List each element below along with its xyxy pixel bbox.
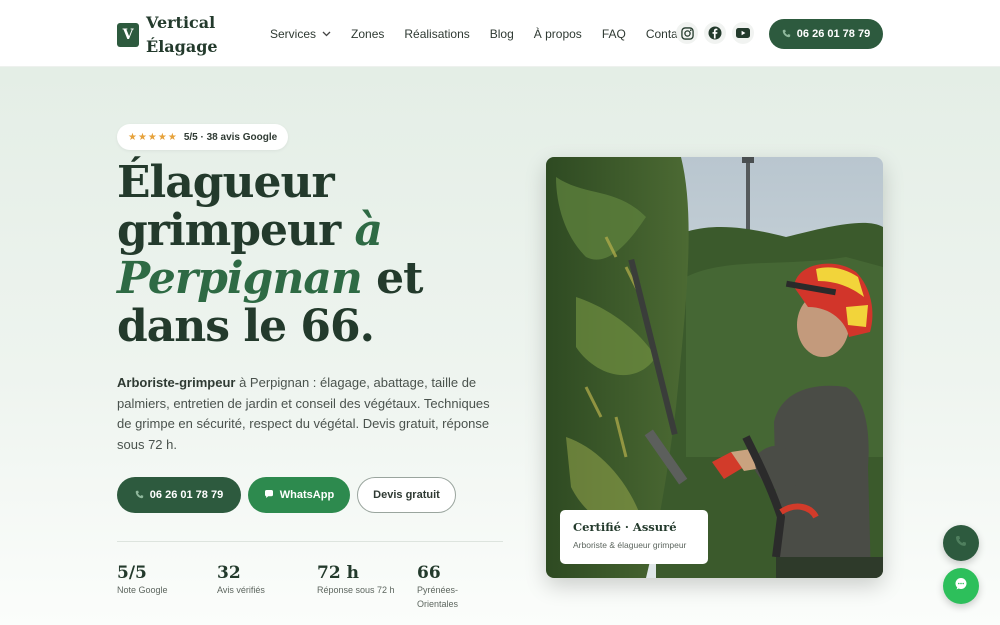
facebook-icon[interactable] xyxy=(704,22,726,44)
instagram-icon[interactable] xyxy=(676,22,698,44)
rating-text: 5/5 · 38 avis Google xyxy=(183,131,278,143)
stat-rating: 5/5 Note Google xyxy=(117,563,207,597)
title-part-5: et xyxy=(376,253,423,304)
nav-a-propos[interactable]: À propos xyxy=(534,27,582,41)
stat-reviews: 32 Avis vérifiés xyxy=(217,563,307,597)
cert-subtitle: Arboriste & élagueur grimpeur xyxy=(573,540,687,550)
floating-call-button[interactable] xyxy=(943,525,979,561)
nav-faq[interactable]: FAQ xyxy=(602,27,626,41)
rating-stars: ★★★★★ xyxy=(128,131,178,143)
nav-blog[interactable]: Blog xyxy=(490,27,514,41)
rating-badge: ★★★★★ 5/5 · 38 avis Google xyxy=(117,124,289,150)
nav-zones[interactable]: Zones xyxy=(351,27,384,41)
site-header: V Vertical Élagage Services Zones Réalis… xyxy=(0,0,1000,67)
stat-value: 66 xyxy=(417,563,441,583)
phone-icon xyxy=(955,534,967,552)
stat-department: 66 Pyrénées-Orientales xyxy=(417,563,477,611)
social-links xyxy=(676,22,760,44)
main-nav: Services Zones Réalisations Blog À propo… xyxy=(270,24,707,44)
stat-value: 32 xyxy=(217,563,241,583)
title-part-2: grimpeur xyxy=(117,205,341,256)
title-part-1: Élagueur xyxy=(117,157,335,208)
whatsapp-button[interactable]: WhatsApp xyxy=(248,477,350,513)
stat-response: 72 h Réponse sous 72 h xyxy=(317,563,407,597)
hero-section: ★★★★★ 5/5 · 38 avis Google Élagueur grim… xyxy=(0,67,1000,625)
header-phone-label: 06 26 01 78 79 xyxy=(796,28,871,40)
logo-text: Vertical Élagage xyxy=(146,11,218,59)
nav-realisations[interactable]: Réalisations xyxy=(404,27,469,41)
stat-value: 72 h xyxy=(317,563,359,583)
title-part-4: Perpignan xyxy=(117,253,363,304)
whatsapp-button-label: WhatsApp xyxy=(279,489,335,501)
stat-label: Pyrénées-Orientales xyxy=(417,585,459,609)
title-part-6: dans le 66. xyxy=(117,301,375,352)
chevron-down-icon xyxy=(322,29,331,39)
stat-value: 5/5 xyxy=(117,563,147,583)
chat-bubble-icon xyxy=(264,489,274,501)
chat-bubble-icon xyxy=(954,577,968,596)
title-part-3: à xyxy=(354,205,382,256)
floating-chat-button[interactable] xyxy=(943,568,979,604)
page-title: Élagueur grimpeur à Perpignan et dans le… xyxy=(117,159,537,351)
logo-line-2: Élagage xyxy=(146,37,218,56)
logo-line-1: Vertical xyxy=(146,13,216,32)
stat-label: Note Google xyxy=(117,585,168,595)
stat-label: Réponse sous 72 h xyxy=(317,585,395,595)
stat-label: Avis vérifiés xyxy=(217,585,265,595)
call-button[interactable]: 06 26 01 78 79 xyxy=(117,477,241,513)
phone-icon xyxy=(135,490,144,501)
hero-lead: Arboriste-grimpeur à Perpignan : élagage… xyxy=(117,373,497,455)
cert-title: Certifié · Assuré xyxy=(573,520,677,534)
nav-services[interactable]: Services xyxy=(270,27,331,41)
youtube-icon[interactable] xyxy=(732,22,754,44)
divider xyxy=(117,541,503,542)
nav-services-label: Services xyxy=(270,27,317,41)
phone-icon xyxy=(782,29,791,40)
call-button-label: 06 26 01 78 79 xyxy=(149,489,224,501)
quote-button[interactable]: Devis gratuit xyxy=(357,477,456,513)
lead-bold: Arboriste-grimpeur xyxy=(117,375,236,390)
hero-photo: Certifié · Assuré Arboriste & élagueur g… xyxy=(546,157,883,578)
logo-mark: V xyxy=(117,23,139,47)
certification-card: Certifié · Assuré Arboriste & élagueur g… xyxy=(560,510,708,564)
logo[interactable]: V Vertical Élagage xyxy=(117,11,218,59)
header-phone-button[interactable]: 06 26 01 78 79 xyxy=(769,19,883,49)
